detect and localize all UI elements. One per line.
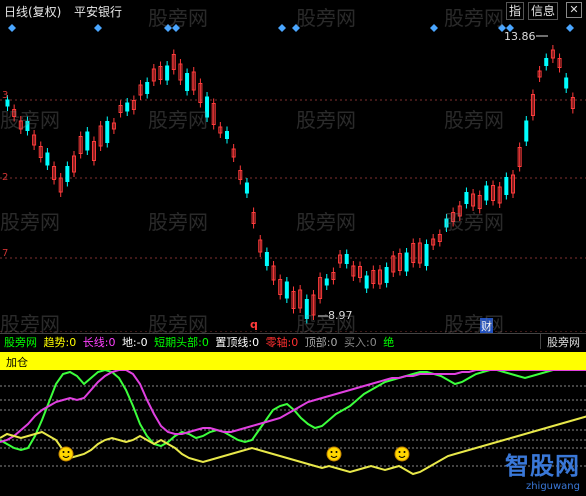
legend-item-buy: 买入:0 — [344, 336, 377, 349]
candle-body — [404, 252, 409, 272]
candle-body — [504, 177, 509, 195]
period-label[interactable]: 日线(复权) — [4, 3, 61, 20]
candle-body — [464, 192, 469, 204]
close-icon[interactable]: ✕ — [566, 2, 582, 18]
legend-item-shortterm-top: 短期头部:0 — [154, 336, 209, 349]
candle-body — [384, 267, 389, 283]
candle-body — [364, 275, 369, 289]
candle-body — [284, 281, 289, 299]
low-price-label: 8.97 — [328, 309, 353, 322]
top-toolbar: 日线(复权) 平安银行 指 信息 ✕ — [0, 0, 586, 22]
band-label: 加仓 — [6, 356, 28, 369]
legend-item-trend: 趋势:0 — [43, 336, 77, 349]
stock-name: 平安银行 — [74, 5, 123, 19]
legend-item-zero-axis: 零轴:0 — [265, 336, 299, 349]
signal-band: 加仓 — [0, 352, 586, 370]
candle-body — [165, 65, 170, 81]
candle-body — [564, 77, 569, 89]
legend-item-longline: 长线:0 — [82, 336, 116, 349]
candle-body — [105, 121, 110, 143]
indicator-grid — [0, 385, 586, 467]
site-logo: 智股网 zhiguwang — [505, 452, 580, 492]
indicator-chart[interactable] — [0, 370, 586, 496]
candle-body — [324, 278, 329, 286]
info-button[interactable]: 信息 — [528, 2, 559, 20]
candle-body — [25, 121, 30, 131]
candles — [5, 45, 575, 324]
legend-item-ground: 地:-0 — [121, 336, 148, 349]
legend-item-top: 顶部:0 — [304, 336, 338, 349]
candle-body — [205, 96, 210, 118]
axis-tick: 3 — [2, 90, 9, 101]
candle-body — [544, 58, 549, 66]
candle-body — [224, 131, 229, 139]
candle-body — [145, 82, 150, 94]
signal-diamond — [172, 24, 180, 32]
axis-tick: 2 — [2, 172, 9, 183]
signal-markers — [8, 24, 574, 32]
candle-body — [524, 120, 529, 142]
candle-body — [344, 254, 349, 264]
indicator-legend: 股旁网 趋势:0 长线:0 地:-0 短期头部:0 置顶线:0 零轴:0 顶部:… — [0, 334, 586, 350]
smiley-marker — [394, 446, 410, 462]
candlestick-chart[interactable] — [0, 22, 586, 332]
signal-diamond — [292, 24, 300, 32]
smiley-marker — [326, 446, 342, 462]
candle-body — [304, 299, 309, 319]
cai-marker[interactable]: 财 — [480, 318, 493, 334]
candle-body — [244, 182, 249, 194]
smiley-eye — [335, 451, 338, 453]
legend-item-topline: 置顶线:0 — [215, 336, 260, 349]
annotations — [318, 35, 548, 317]
trend-line — [0, 415, 586, 476]
candle-body — [85, 131, 90, 151]
candle-body — [424, 244, 429, 266]
smiley-eye — [67, 451, 70, 453]
index-button[interactable]: 指 — [506, 2, 525, 20]
candle-body — [185, 73, 190, 91]
smiley-eye — [403, 451, 406, 453]
signal-diamond — [94, 24, 102, 32]
signal-diamond — [278, 24, 286, 32]
signal-diamond — [566, 24, 574, 32]
signal-diamond — [8, 24, 16, 32]
high-price-label: 13.86 — [504, 30, 536, 43]
signal-diamond — [430, 24, 438, 32]
signal-diamond — [164, 24, 172, 32]
candle-body — [45, 152, 50, 166]
indicator-name[interactable]: 股旁网 — [4, 334, 37, 350]
smiley-eye — [330, 451, 333, 453]
smiley-eye — [398, 451, 401, 453]
smiley-marker — [58, 446, 74, 462]
candle-body — [125, 102, 130, 112]
legend-item-jue: 绝 — [383, 336, 395, 349]
candle-body — [264, 252, 269, 266]
indicator-tab[interactable]: 股旁网 — [540, 334, 580, 349]
axis-tick: 7 — [2, 248, 9, 259]
candle-body — [484, 185, 489, 201]
candle-body — [65, 166, 70, 182]
smiley-eye — [62, 451, 65, 453]
candle-body — [444, 218, 449, 228]
q-marker: q — [250, 318, 258, 331]
